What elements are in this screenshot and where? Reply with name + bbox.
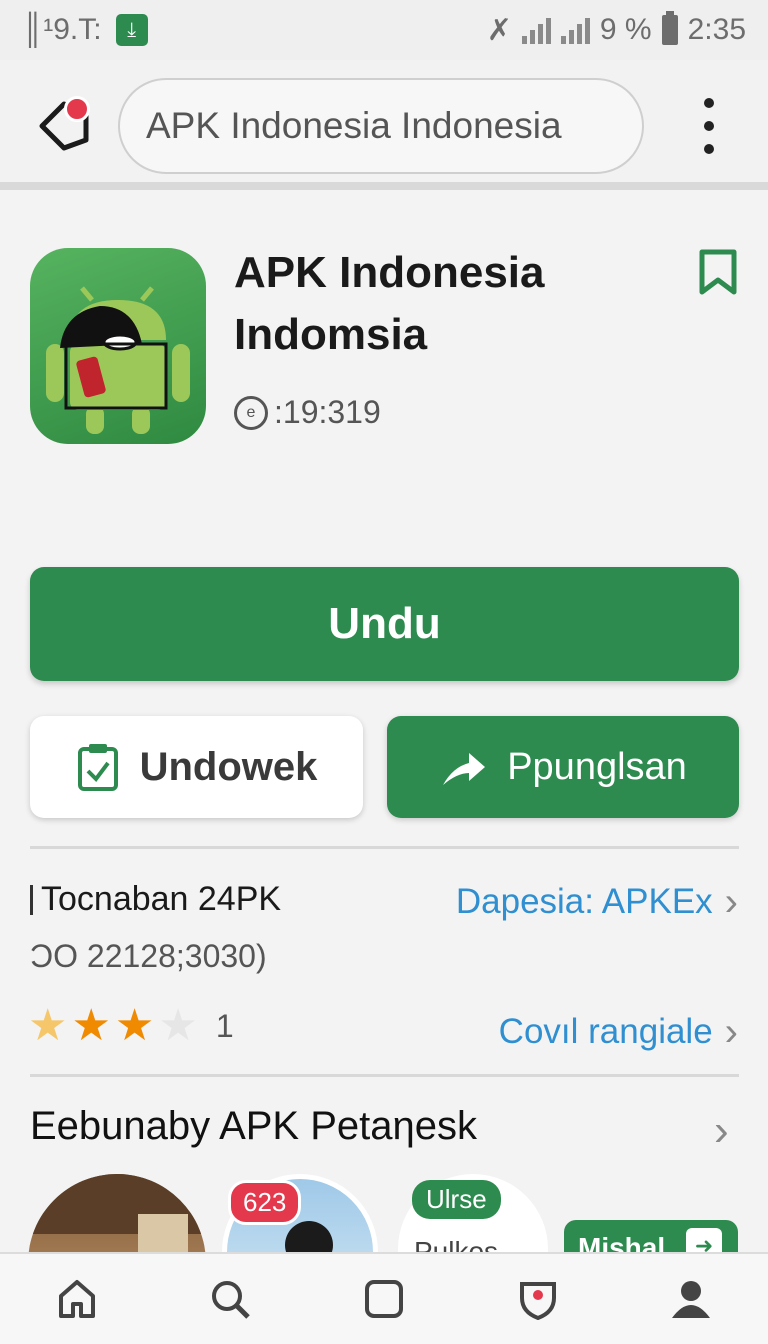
more-menu-icon[interactable] xyxy=(694,98,724,154)
signal-icon xyxy=(521,16,551,44)
chevron-right-icon[interactable]: › xyxy=(714,1106,729,1156)
secondary-button-label: Undowek xyxy=(139,744,318,789)
tabs-icon[interactable] xyxy=(359,1274,409,1324)
battery-percent: 9 % xyxy=(599,13,652,46)
clipboard-check-icon xyxy=(77,744,118,791)
star-empty-icon: ★ xyxy=(158,1001,198,1050)
info-bar-marker xyxy=(30,884,33,915)
bookmark-icon[interactable] xyxy=(696,248,740,296)
divider xyxy=(30,1074,739,1077)
battery-icon xyxy=(661,11,678,45)
app-meta-text: :19:319 xyxy=(274,394,381,430)
star-icon: ★ xyxy=(114,1001,155,1050)
bottom-navigation xyxy=(0,1252,768,1344)
signal-icon-2 xyxy=(560,16,590,44)
star-icon: ★ xyxy=(71,1001,111,1050)
status-left-text: ║¹9.T: xyxy=(22,13,102,46)
count-badge: 623 xyxy=(228,1180,302,1225)
rating-link[interactable]: Covıl rangiale › xyxy=(499,1012,738,1052)
download-notification-icon: ⤓ xyxy=(115,14,148,46)
info-row-subtitle: ƆO 22128;3030) xyxy=(30,938,267,974)
version-icon: e xyxy=(234,395,268,430)
status-right: ✗ 9 % 2:35 xyxy=(486,11,746,48)
download-button-label: Undu xyxy=(328,599,441,648)
url-text: APK Indonesia Indonesia xyxy=(146,105,562,146)
divider xyxy=(30,846,739,849)
app-meta: e :19:319 xyxy=(234,394,381,431)
browser-toolbar: APK Indonesia Indonesia xyxy=(0,60,768,190)
share-button-label: Ppunglsan xyxy=(507,745,687,788)
section-title: Eebunaby APK Petaηesk xyxy=(30,1104,477,1148)
secondary-button[interactable]: Undowek xyxy=(30,716,363,818)
developer-link[interactable]: Dapesia: APKEx › xyxy=(456,882,738,922)
chevron-right-icon: › xyxy=(724,880,738,924)
share-arrow-icon xyxy=(443,753,486,785)
rating-stars: ★ ★ ★ ★ 1 xyxy=(28,1004,234,1048)
tools-icon: ✗ xyxy=(486,13,512,47)
shield-icon[interactable] xyxy=(513,1274,563,1324)
notification-dot xyxy=(64,96,90,122)
rating-link-text: Covıl rangiale xyxy=(498,1012,713,1051)
developer-link-text: Dapesia: APKEx xyxy=(455,882,713,921)
star-icon: ★ xyxy=(28,1001,68,1050)
status-bar: ║¹9.T: ⤓ ✗ 9 % 2:35 xyxy=(0,0,768,60)
status-time: 2:35 xyxy=(687,13,746,46)
chevron-right-icon: › xyxy=(724,1010,738,1054)
search-icon[interactable] xyxy=(205,1274,255,1324)
green-badge: Ulrse xyxy=(412,1180,501,1219)
profile-icon[interactable] xyxy=(666,1274,716,1324)
share-button[interactable]: Ppunglsan xyxy=(387,716,739,818)
url-bar[interactable]: APK Indonesia Indonesia xyxy=(118,78,644,174)
android-app-icon xyxy=(30,248,206,444)
home-icon[interactable] xyxy=(52,1274,102,1324)
app-title: APK Indonesia Indomsia xyxy=(234,248,545,359)
status-left: ║¹9.T: ⤓ xyxy=(22,13,148,47)
rating-count: 1 xyxy=(215,1007,234,1044)
info-row-title: Tocnaban 24PK xyxy=(30,880,281,919)
download-button[interactable]: Undu xyxy=(30,567,739,681)
info-row-title-text: Tocnaban 24PK xyxy=(41,880,282,918)
